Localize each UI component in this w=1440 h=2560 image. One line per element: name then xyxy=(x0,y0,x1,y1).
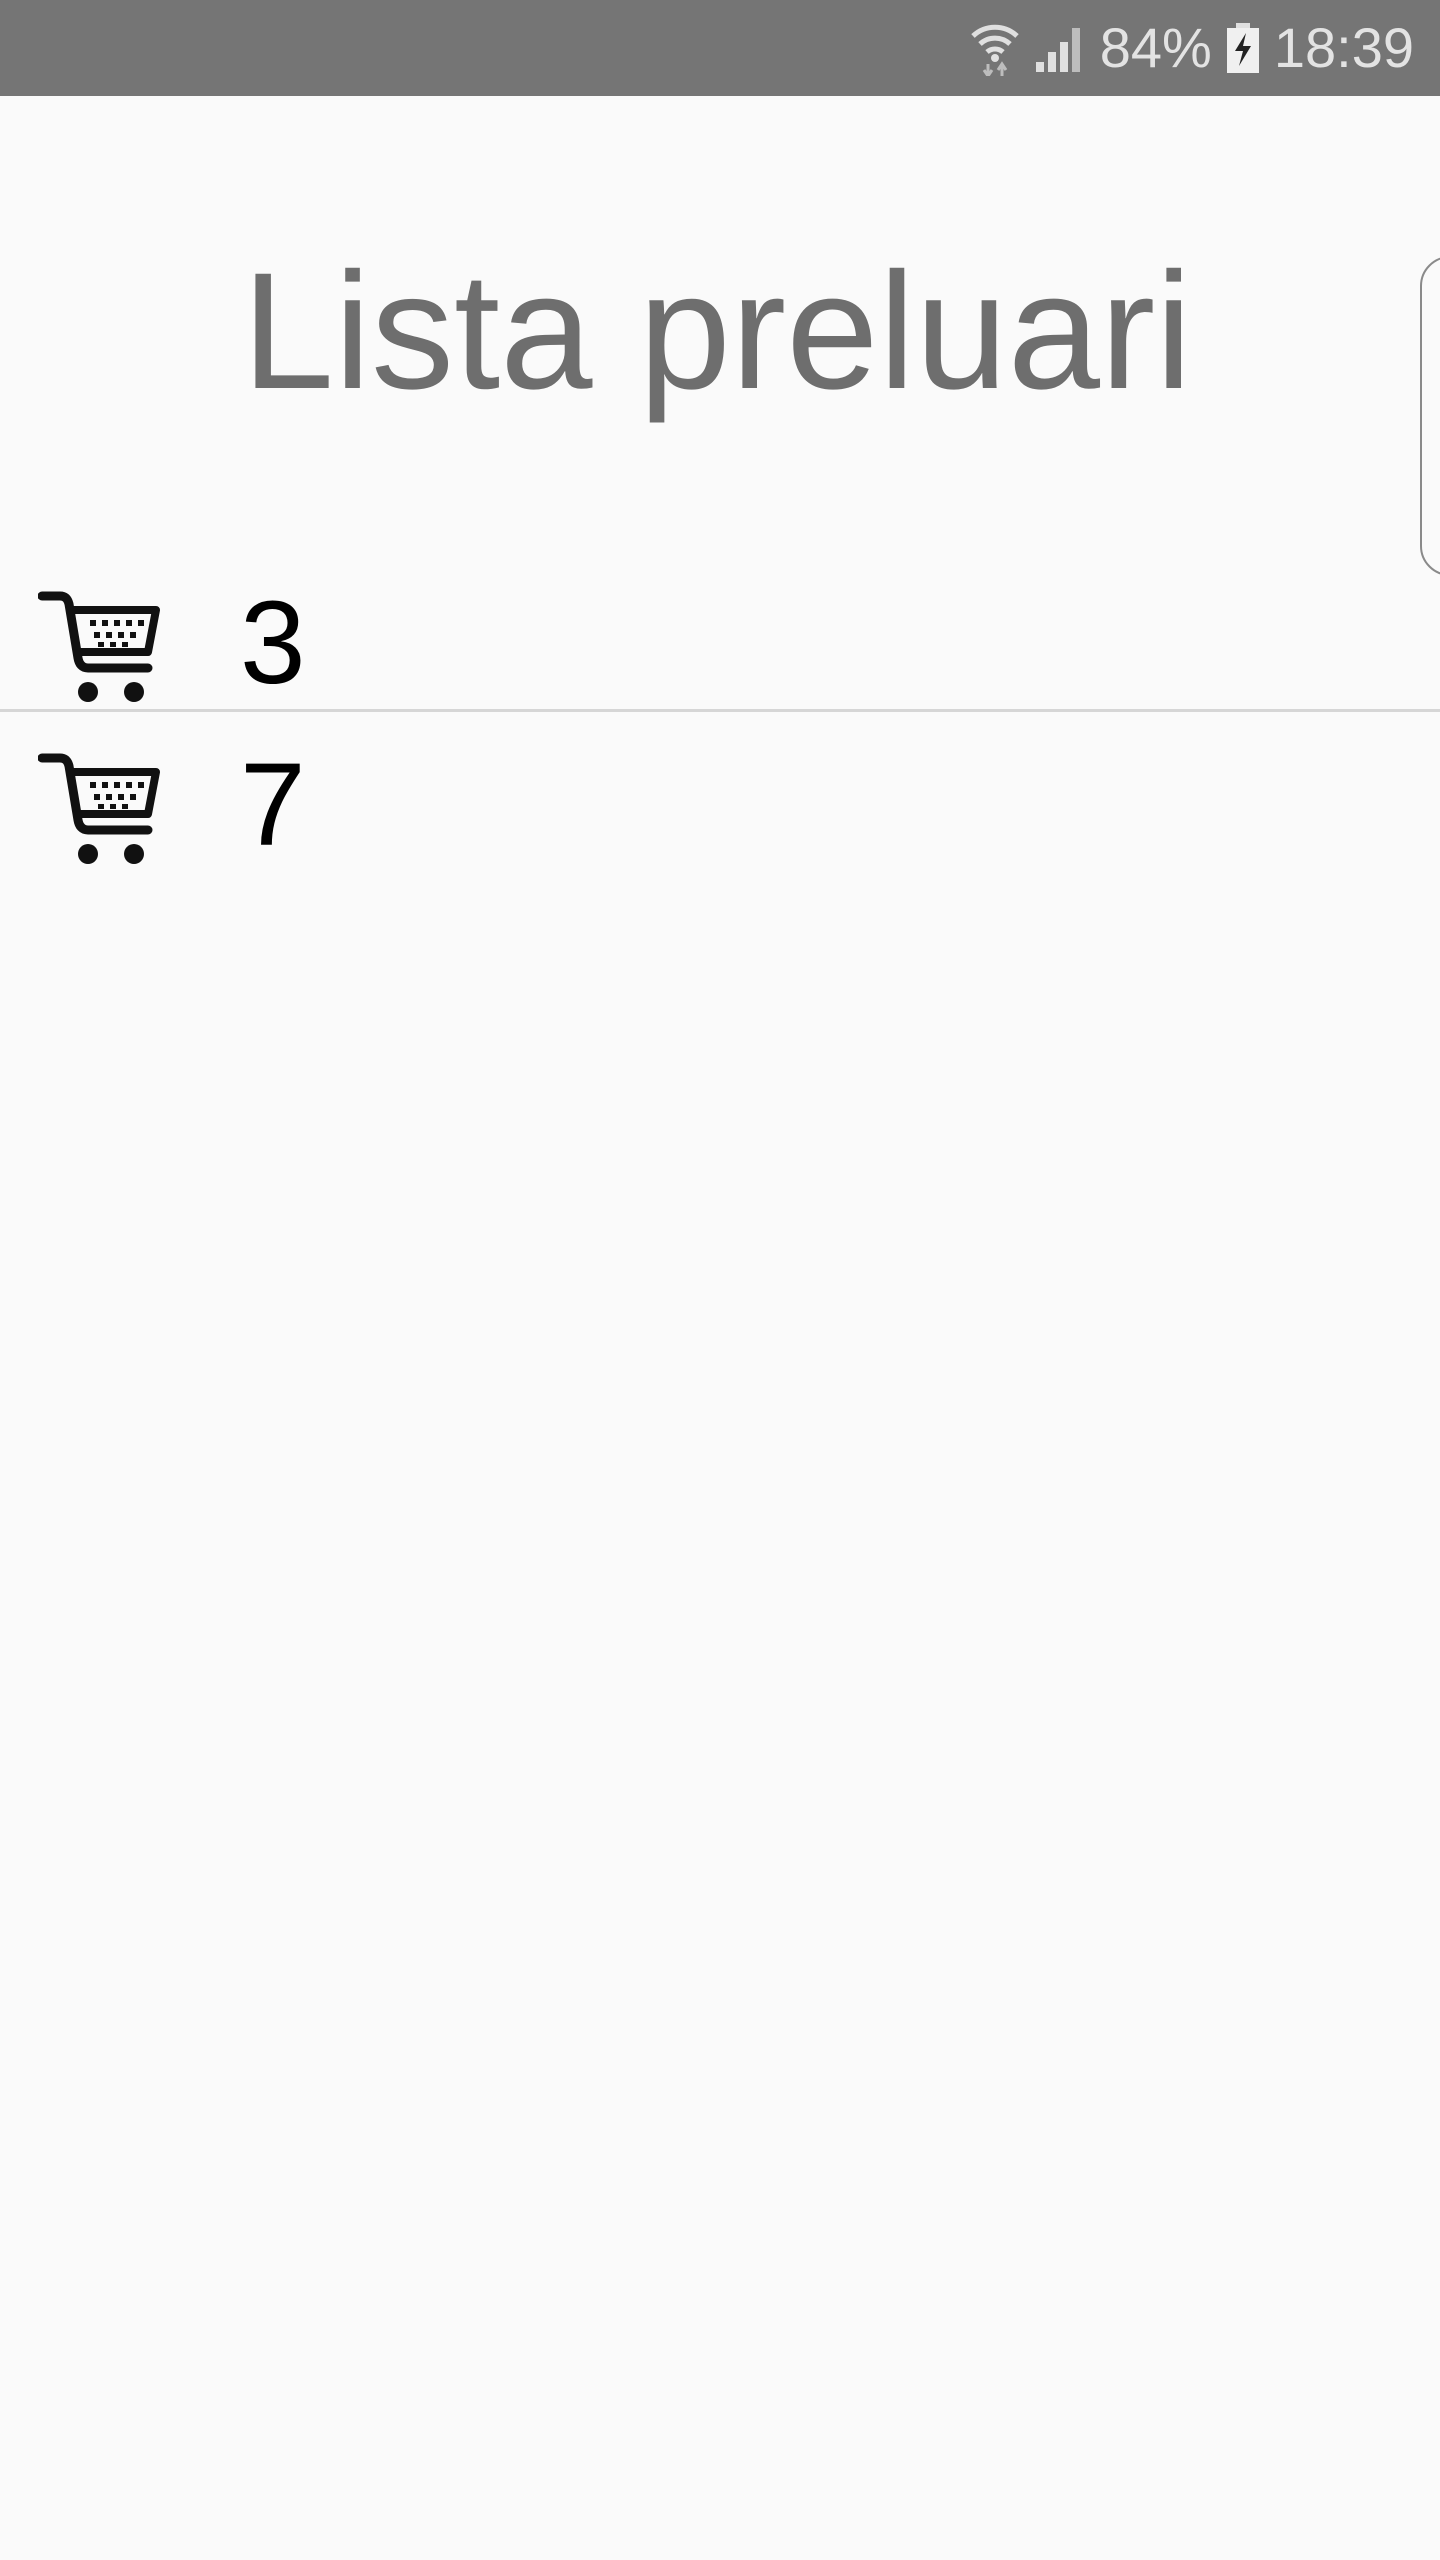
list-item-label: 7 xyxy=(240,739,306,871)
signal-icon xyxy=(1034,22,1086,74)
side-panel-handle[interactable] xyxy=(1420,256,1440,576)
status-icons: 84% 18:39 xyxy=(970,0,1414,96)
cart-icon xyxy=(37,750,164,870)
page-title: Lista preluari xyxy=(241,239,1193,424)
clock: 18:39 xyxy=(1273,16,1414,79)
wifi-icon xyxy=(970,20,1020,76)
list-item[interactable]: 3 xyxy=(0,550,1440,712)
status-bar: 84% 18:39 xyxy=(0,0,1440,96)
list-item-label: 3 xyxy=(240,577,306,709)
list-item[interactable]: 7 xyxy=(0,712,1440,872)
battery-percent: 84% xyxy=(1099,16,1212,79)
pickup-list: 3 7 xyxy=(0,550,1440,872)
cart-icon xyxy=(37,588,164,708)
battery-charging-icon xyxy=(1226,23,1260,73)
